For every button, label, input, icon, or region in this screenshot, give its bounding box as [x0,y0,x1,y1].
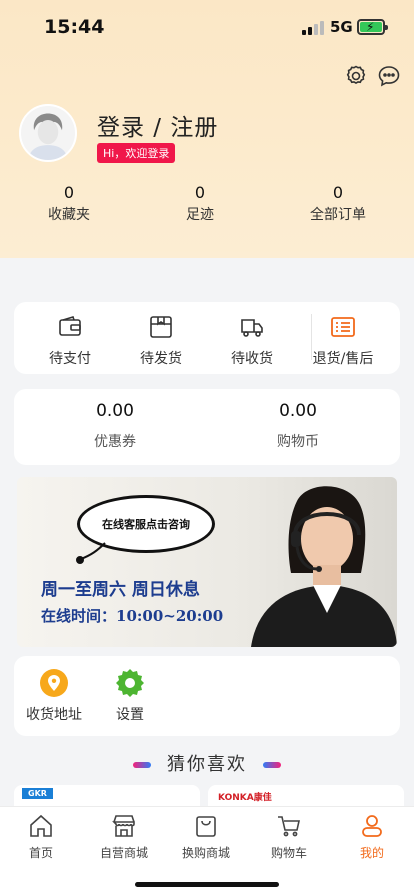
brand-logo: KONKA康佳 [218,793,272,803]
refund-list-icon [331,317,355,337]
wallet-coins[interactable]: 0.00 购物币 [203,401,393,451]
order-pending-shipment[interactable]: 待发货 [113,314,209,368]
stat-label: 收藏夹 [48,207,90,223]
stat-all-orders[interactable]: 0 全部订单 [288,183,388,224]
tab-label: 我的 [359,846,384,860]
message-icon[interactable] [377,64,401,88]
banner-online-time: 在线时间：10:00~20:00 [41,607,224,625]
tab-label: 购物车 [270,846,307,860]
settings-gear-icon [116,669,144,697]
wallet-coupons[interactable]: 0.00 优惠券 [20,401,210,451]
order-pending-receipt[interactable]: 待收货 [204,314,300,368]
tool-label: 收货地址 [26,707,82,723]
tab-exchange-store[interactable]: 换购商城 [165,813,247,861]
stat-value: 0 [332,183,344,202]
banner-hours: 周一至周六 周日休息 [41,580,200,600]
status-time: 15:44 [44,16,105,38]
wallet-icon [59,316,81,336]
customer-service-agent-image [251,486,397,647]
store-icon [112,815,135,837]
tool-label: 设置 [116,707,144,723]
guess-title: 猜你喜欢 [167,754,247,775]
user-icon [362,815,382,837]
battery-icon: ⚡ [357,19,388,35]
wallet-value: 0.00 [279,401,317,421]
order-label: 待发货 [140,351,182,367]
order-label: 退货/售后 [312,351,374,367]
stat-value: 0 [63,183,75,202]
cart-icon [278,816,300,837]
status-bar: 15:44 5G ⚡ [0,0,414,54]
bubble-tail-icon [76,542,106,564]
guess-you-like-header: 猜你喜欢 [0,750,414,776]
wallet-value: 0.00 [96,401,134,421]
stat-footprints[interactable]: 0 足迹 [150,183,250,224]
tab-mine[interactable]: 我的 [331,813,413,861]
profile-header: 15:44 5G ⚡ 登录 / 注册 Hi，欢迎登录 0 收藏夹 0 足迹 0 … [0,0,414,258]
order-label: 待支付 [49,351,91,367]
home-icon [30,814,52,837]
truck-icon [241,319,263,337]
package-icon [150,316,172,338]
tools-card: 收货地址 设置 [14,656,400,736]
stat-value: 0 [194,183,206,202]
tab-cart[interactable]: 购物车 [248,813,330,861]
order-pending-payment[interactable]: 待支付 [22,314,118,368]
tab-label: 自营商城 [99,846,148,860]
tab-self-store[interactable]: 自营商城 [83,813,165,861]
stat-favorites[interactable]: 0 收藏夹 [19,183,119,224]
order-refund-aftersale[interactable]: 退货/售后 [295,314,391,368]
customer-service-banner[interactable]: 在线客服点击咨询 周一至周六 周日休息 在线时间：10:00~20:00 [17,477,397,647]
order-label: 待收货 [231,351,273,367]
welcome-badge: Hi，欢迎登录 [97,143,176,163]
location-icon [40,669,68,697]
tab-label: 换购商城 [181,846,230,860]
tool-shipping-address[interactable]: 收货地址 [14,668,94,724]
tab-home[interactable]: 首页 [0,813,82,861]
tool-settings[interactable]: 设置 [90,668,170,724]
wallet-label: 购物币 [277,434,319,450]
wallet-label: 优惠券 [94,434,136,450]
orders-card: 待支付 待发货 待收货 退货/售后 [14,302,400,374]
signal-icon [302,21,324,35]
wallet-card: 0.00 优惠券 0.00 购物币 [14,389,400,465]
tab-label: 首页 [28,846,53,860]
brand-logo: GKR [22,788,53,799]
settings-icon[interactable] [344,64,368,88]
decor-left-icon [133,762,152,768]
bag-icon [196,816,216,837]
stat-label: 全部订单 [310,207,366,223]
stat-label: 足迹 [186,207,214,223]
decor-right-icon [262,762,281,768]
login-register-link[interactable]: 登录 / 注册 [97,108,218,142]
avatar[interactable] [19,104,77,162]
home-indicator [135,882,279,887]
network-type: 5G [330,18,353,36]
